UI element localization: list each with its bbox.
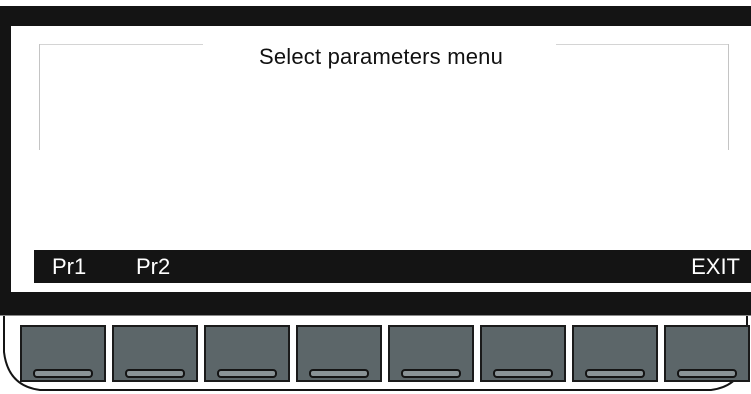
softkey-label-bar: Pr1 Pr2 EXIT <box>34 250 751 283</box>
key-grip-icon <box>125 369 185 378</box>
key-grip-icon <box>493 369 553 378</box>
softkey-label-pr2: Pr2 <box>136 254 171 279</box>
menu-title: Select parameters menu <box>258 44 504 69</box>
softkey-button-4[interactable] <box>296 325 382 382</box>
softkey-button-1[interactable] <box>20 325 106 382</box>
key-grip-icon <box>401 369 461 378</box>
softkey-button-8[interactable] <box>664 325 750 382</box>
lcd-screen: Select parameters menu Pr1 Pr2 EXIT <box>11 26 751 292</box>
softkey-button-5[interactable] <box>388 325 474 382</box>
key-grip-icon <box>677 369 737 378</box>
softkey-button-7[interactable] <box>572 325 658 382</box>
key-grip-icon <box>217 369 277 378</box>
softkey-button-3[interactable] <box>204 325 290 382</box>
softkey-label-exit: EXIT <box>691 254 740 279</box>
key-grip-icon <box>33 369 93 378</box>
softkey-button-6[interactable] <box>480 325 566 382</box>
softkey-button-2[interactable] <box>112 325 198 382</box>
key-grip-icon <box>585 369 645 378</box>
softkey-label-pr1: Pr1 <box>52 254 87 279</box>
key-grip-icon <box>309 369 369 378</box>
